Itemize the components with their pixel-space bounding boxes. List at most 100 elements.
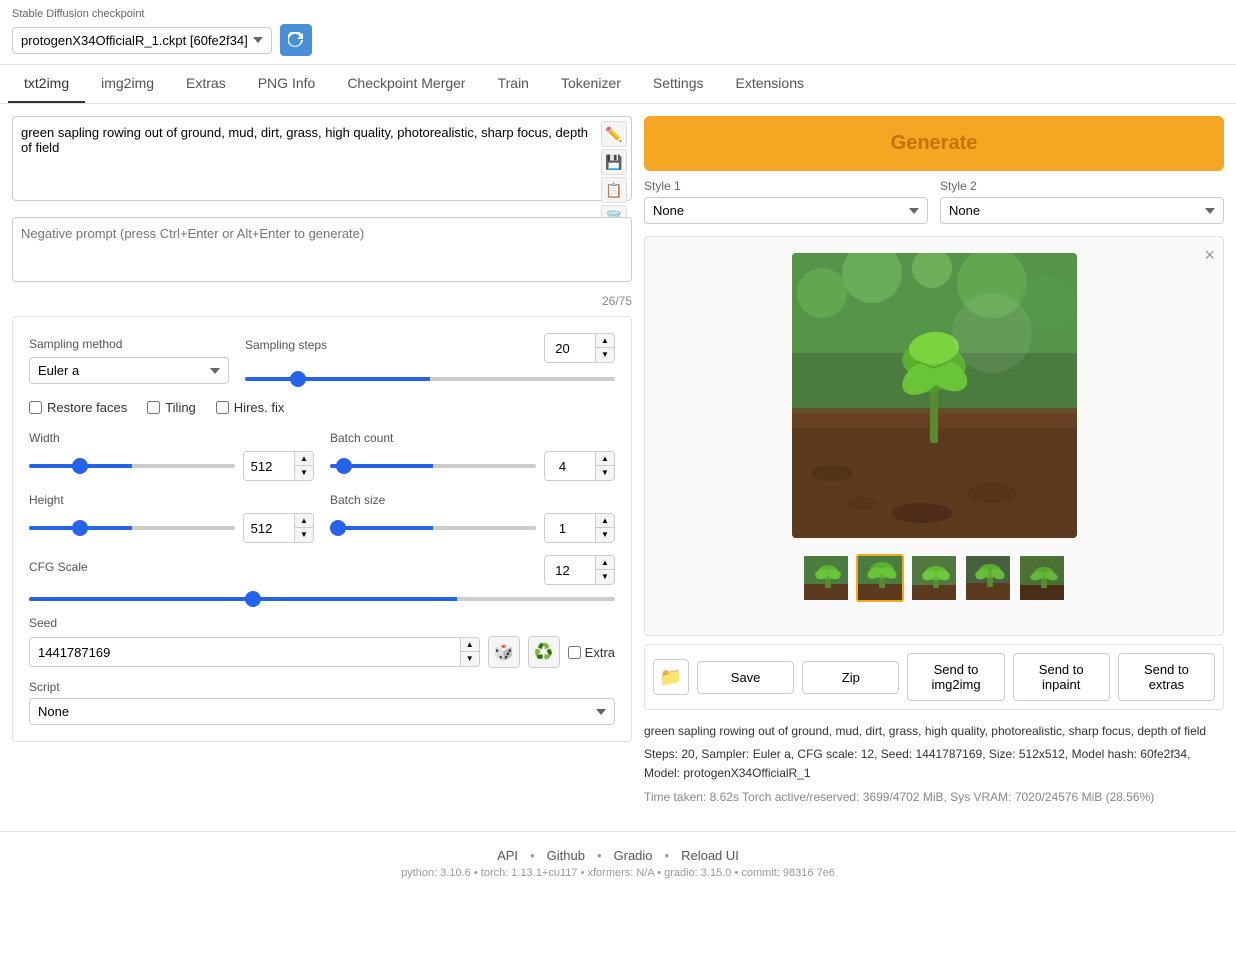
thumbnail-4[interactable]: [964, 554, 1012, 602]
width-input[interactable]: [244, 452, 294, 480]
cfg-down-button[interactable]: ▼: [596, 570, 614, 584]
height-label: Height: [29, 493, 314, 507]
cfg-scale-input[interactable]: [545, 556, 595, 584]
image-display: ×: [644, 236, 1224, 636]
reload-ui-link[interactable]: Reload UI: [681, 848, 739, 863]
sampling-steps-label: Sampling steps: [245, 338, 327, 352]
height-input[interactable]: [244, 514, 294, 542]
save-prompt-button[interactable]: 💾: [601, 149, 627, 175]
width-label: Width: [29, 431, 314, 445]
extra-checkbox-label[interactable]: Extra: [568, 645, 615, 660]
thumbnail-3[interactable]: [910, 554, 958, 602]
seed-label: Seed: [29, 616, 615, 630]
thumbnail-1[interactable]: [802, 554, 850, 602]
batch-count-down-button[interactable]: ▼: [596, 466, 614, 480]
tab-settings[interactable]: Settings: [637, 65, 720, 103]
footer: API • Github • Gradio • Reload UI python…: [0, 831, 1236, 895]
width-down-button[interactable]: ▼: [295, 466, 313, 480]
steps-up-button[interactable]: ▲: [596, 334, 614, 348]
close-image-button[interactable]: ×: [1204, 245, 1215, 266]
send-to-extras-button[interactable]: Send toextras: [1118, 653, 1215, 701]
thumbnails-row: [802, 554, 1066, 602]
style1-label: Style 1: [644, 179, 928, 193]
positive-prompt-input[interactable]: green sapling rowing out of ground, mud,…: [13, 117, 631, 197]
output-info: green sapling rowing out of ground, mud,…: [644, 718, 1224, 811]
restore-faces-input[interactable]: [29, 401, 42, 414]
script-label: Script: [29, 680, 615, 694]
folder-icon: 📁: [660, 667, 682, 688]
send-to-inpaint-button[interactable]: Send toinpaint: [1013, 653, 1110, 701]
seed-recycle-button[interactable]: ♻️: [528, 636, 560, 668]
cfg-up-button[interactable]: ▲: [596, 556, 614, 570]
batch-size-down-button[interactable]: ▼: [596, 528, 614, 542]
seed-dice-button[interactable]: 🎲: [488, 636, 520, 668]
sampling-steps-slider[interactable]: [245, 377, 615, 381]
refresh-checkpoint-button[interactable]: [280, 24, 312, 56]
save-button[interactable]: Save: [697, 661, 794, 694]
height-up-button[interactable]: ▲: [295, 514, 313, 528]
footer-info: python: 3.10.6 • torch: 1.13.1+cu117 • x…: [16, 867, 1220, 879]
extra-checkbox[interactable]: [568, 646, 581, 659]
height-slider[interactable]: [29, 526, 235, 530]
sampling-method-label: Sampling method: [29, 337, 229, 351]
width-slider[interactable]: [29, 464, 235, 468]
batch-count-label: Batch count: [330, 431, 615, 445]
github-link[interactable]: Github: [547, 848, 585, 863]
batch-count-input[interactable]: [545, 452, 595, 480]
cfg-scale-slider[interactable]: [29, 597, 615, 601]
tab-txt2img[interactable]: txt2img: [8, 65, 85, 103]
checkpoint-select[interactable]: protogenX34OfficialR_1.ckpt [60fe2f34]: [12, 27, 272, 54]
sampling-steps-input-wrap: ▲ ▼: [544, 333, 615, 363]
sampling-method-select[interactable]: Euler a: [29, 357, 229, 384]
hires-fix-input[interactable]: [216, 401, 229, 414]
dice-icon: 🎲: [494, 642, 514, 662]
tab-checkpoint-merger[interactable]: Checkpoint Merger: [331, 65, 481, 103]
tabs-bar: txt2img img2img Extras PNG Info Checkpoi…: [0, 65, 1236, 104]
api-link[interactable]: API: [497, 848, 518, 863]
thumbnail-2[interactable]: [856, 554, 904, 602]
seed-down-button[interactable]: ▼: [461, 652, 479, 666]
batch-size-label: Batch size: [330, 493, 615, 507]
style1-select[interactable]: None: [644, 197, 928, 224]
width-up-button[interactable]: ▲: [295, 452, 313, 466]
tab-img2img[interactable]: img2img: [85, 65, 170, 103]
generate-button[interactable]: Generate: [644, 116, 1224, 171]
cfg-scale-label: CFG Scale: [29, 560, 88, 574]
style2-label: Style 2: [940, 179, 1224, 193]
sampling-steps-input[interactable]: [545, 334, 595, 362]
tab-extras[interactable]: Extras: [170, 65, 242, 103]
paste-prompt-button[interactable]: 📋: [601, 177, 627, 203]
tiling-input[interactable]: [147, 401, 160, 414]
gradio-link[interactable]: Gradio: [614, 848, 653, 863]
refresh-icon: [288, 32, 304, 48]
tab-extensions[interactable]: Extensions: [720, 65, 820, 103]
hires-fix-checkbox[interactable]: Hires. fix: [216, 400, 285, 415]
seed-up-button[interactable]: ▲: [461, 638, 479, 652]
edit-prompt-button[interactable]: ✏️: [601, 121, 627, 147]
batch-count-up-button[interactable]: ▲: [596, 452, 614, 466]
sampling-steps-stepper: ▲ ▼: [595, 334, 614, 362]
tab-png-info[interactable]: PNG Info: [242, 65, 332, 103]
batch-count-slider[interactable]: [330, 464, 536, 468]
batch-size-up-button[interactable]: ▲: [596, 514, 614, 528]
tab-train[interactable]: Train: [482, 65, 545, 103]
token-counter: 26/75: [12, 294, 632, 308]
tab-tokenizer[interactable]: Tokenizer: [545, 65, 637, 103]
batch-size-input[interactable]: [545, 514, 595, 542]
height-down-button[interactable]: ▼: [295, 528, 313, 542]
style2-select[interactable]: None: [940, 197, 1224, 224]
tiling-checkbox[interactable]: Tiling: [147, 400, 196, 415]
steps-down-button[interactable]: ▼: [596, 348, 614, 362]
thumbnail-5[interactable]: [1018, 554, 1066, 602]
generated-image: [792, 253, 1077, 538]
negative-prompt-input[interactable]: [13, 218, 631, 278]
open-folder-button[interactable]: 📁: [653, 659, 689, 695]
restore-faces-checkbox[interactable]: Restore faces: [29, 400, 127, 415]
zip-button[interactable]: Zip: [802, 661, 899, 694]
script-select[interactable]: None: [29, 698, 615, 725]
recycle-icon: ♻️: [534, 642, 554, 662]
seed-input[interactable]: [30, 638, 460, 666]
action-buttons-row: 📁 Save Zip Send toimg2img Send toinpaint…: [644, 644, 1224, 710]
send-to-img2img-button[interactable]: Send toimg2img: [907, 653, 1004, 701]
batch-size-slider[interactable]: [330, 526, 536, 530]
